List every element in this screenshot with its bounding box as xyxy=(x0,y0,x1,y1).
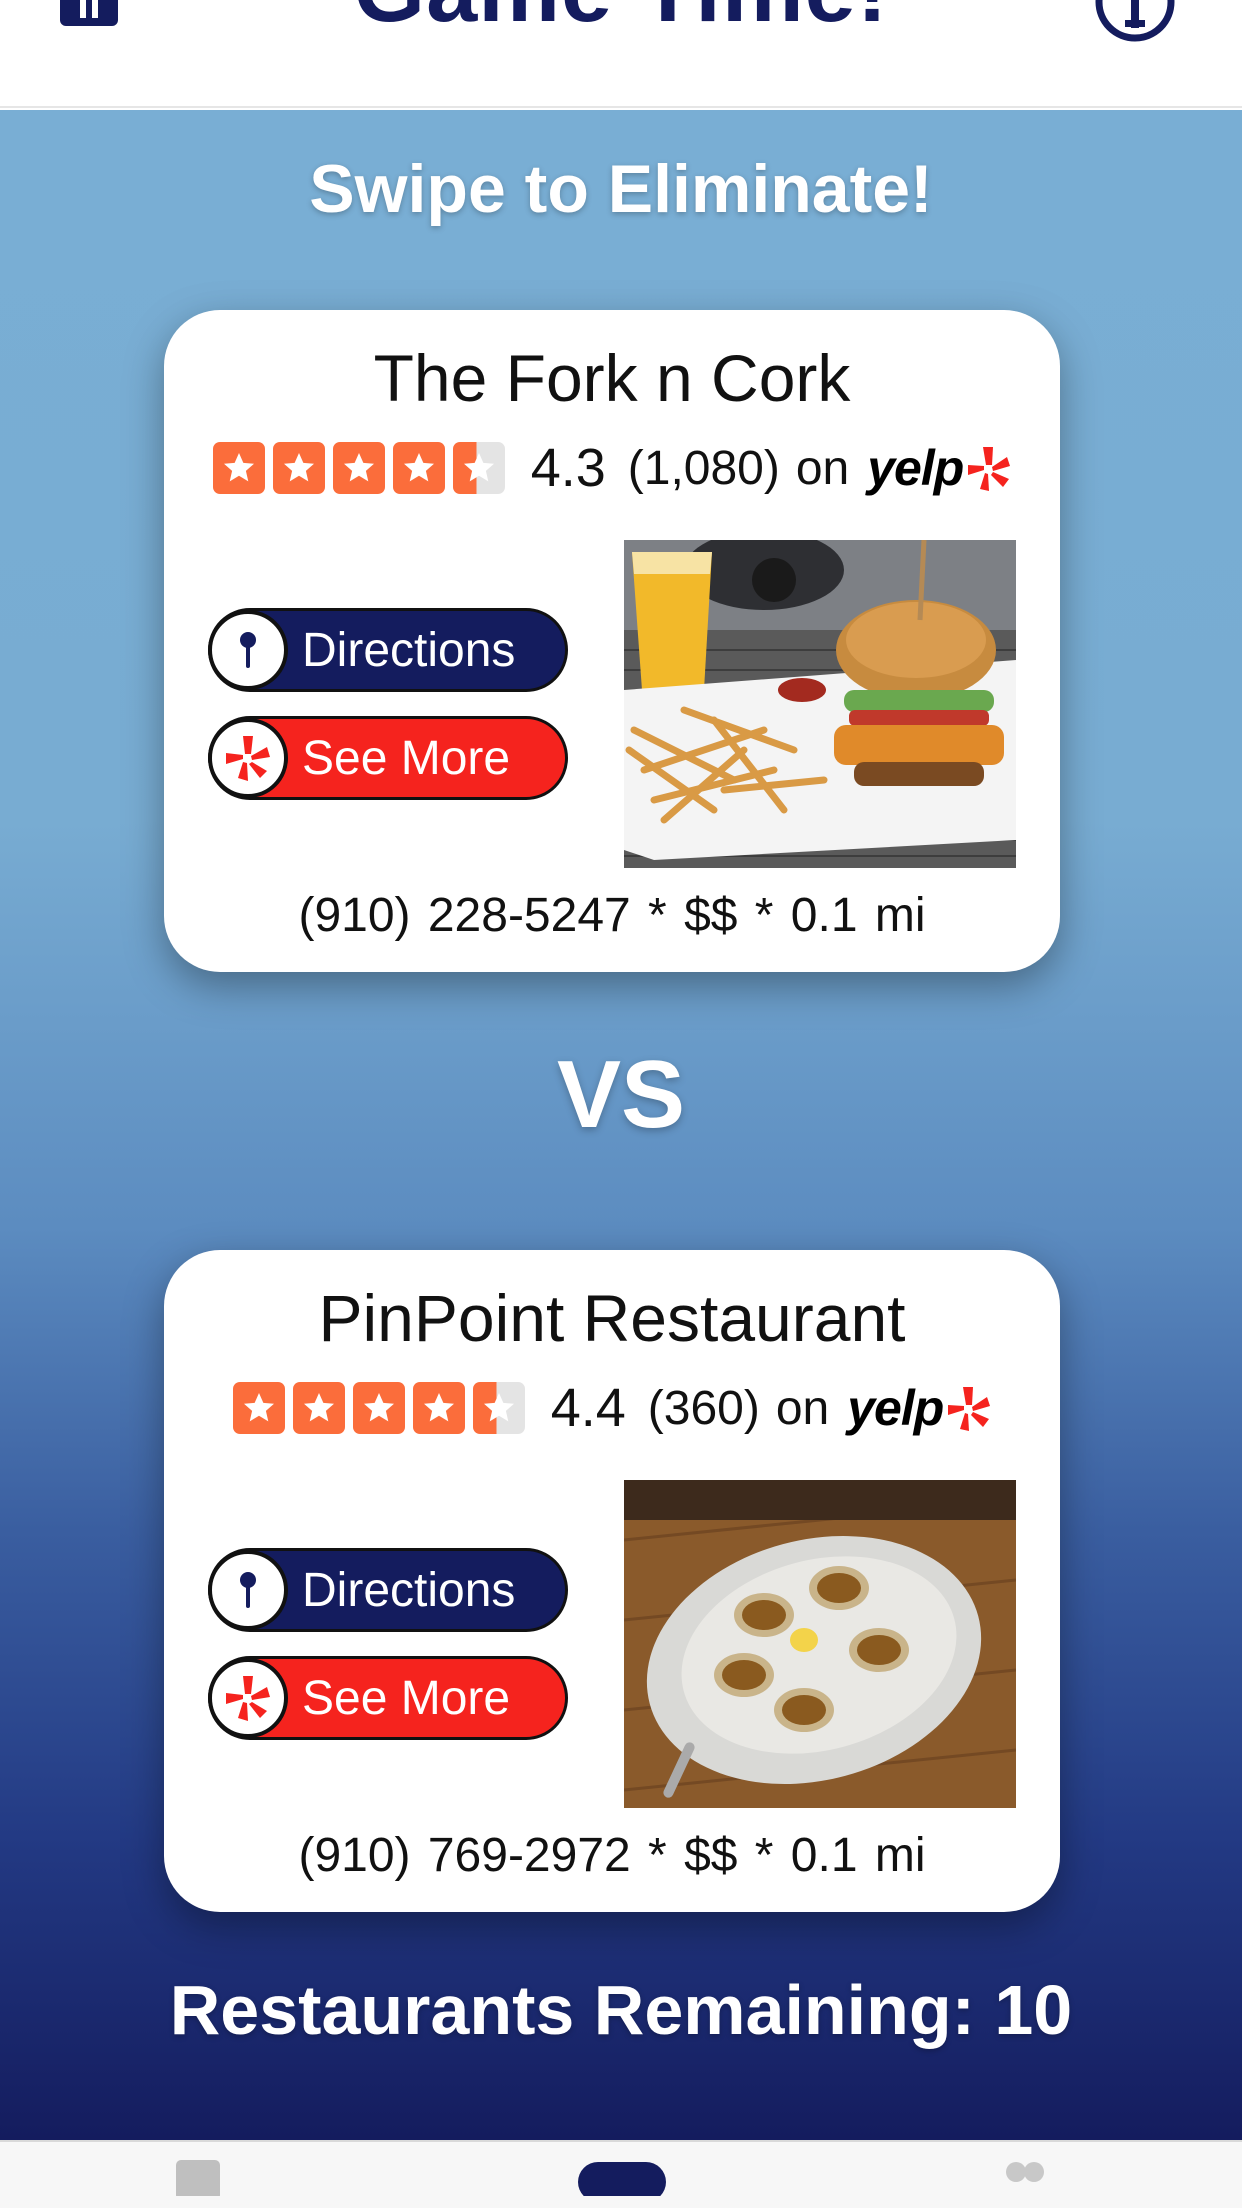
restaurant-info: (910) 769-2972 * $$ * 0.1 mi xyxy=(298,1829,926,1882)
see-more-label: See More xyxy=(302,731,511,785)
see-more-button[interactable]: See More xyxy=(208,716,568,800)
map-pin-icon xyxy=(208,1550,288,1630)
star-rating xyxy=(232,1382,525,1434)
game-icon[interactable] xyxy=(572,2156,672,2202)
rating-row: 4.4 (360) on yelp xyxy=(164,1378,1060,1438)
yelp-wordmark: yelp xyxy=(847,1380,944,1436)
info-icon[interactable] xyxy=(1093,0,1177,44)
on-text: on xyxy=(795,441,850,495)
star-icon xyxy=(352,1382,405,1434)
game-area: Swipe to Eliminate! The Fork n Cork 4.3 … xyxy=(0,110,1242,2140)
restaurant-name: PinPoint Restaurant xyxy=(318,1281,906,1355)
yelp-icon xyxy=(208,718,288,798)
half-star-icon xyxy=(452,442,505,494)
restaurant-card[interactable]: The Fork n Cork 4.3 (1,080) on yelp Dire… xyxy=(164,310,1060,972)
review-count: (360) xyxy=(647,1381,760,1435)
heart-icon[interactable] xyxy=(1000,2156,1050,2201)
on-text: on xyxy=(775,1381,830,1435)
yelp-logo: yelp xyxy=(847,1379,991,1437)
directions-label: Directions xyxy=(302,1563,516,1617)
star-rating xyxy=(212,442,505,494)
yelp-burst-icon xyxy=(948,1387,991,1431)
star-icon xyxy=(332,442,385,494)
instruction-text: Swipe to Eliminate! xyxy=(309,151,933,227)
header: Game Time! xyxy=(0,0,1242,108)
vs-label: VS xyxy=(556,1041,686,1148)
star-icon xyxy=(232,1382,285,1434)
review-count: (1,080) xyxy=(627,441,780,495)
burger-and-fries-photo xyxy=(624,540,1016,868)
yelp-icon xyxy=(208,1658,288,1738)
baked-oysters-photo xyxy=(624,1480,1016,1808)
see-more-button[interactable]: See More xyxy=(208,1656,568,1740)
restaurants-remaining: Restaurants Remaining: 10 xyxy=(169,1971,1073,2049)
yelp-burst-icon xyxy=(968,447,1011,491)
restaurant-name: The Fork n Cork xyxy=(373,341,851,415)
star-icon xyxy=(292,1382,345,1434)
yelp-logo: yelp xyxy=(867,439,1011,497)
map-pin-icon xyxy=(208,610,288,690)
directions-button[interactable]: Directions xyxy=(208,1548,568,1632)
page-title: Game Time! xyxy=(0,0,1242,43)
rating-value: 4.3 xyxy=(530,438,606,498)
star-icon xyxy=(272,442,325,494)
tab-bar xyxy=(0,2140,1242,2208)
star-icon xyxy=(412,1382,465,1434)
restaurant-card[interactable]: PinPoint Restaurant 4.4 (360) on yelp Di… xyxy=(164,1250,1060,1912)
cards-icon[interactable] xyxy=(170,2156,230,2201)
star-icon xyxy=(212,442,265,494)
rating-value: 4.4 xyxy=(550,1378,626,1438)
star-icon xyxy=(392,442,445,494)
see-more-label: See More xyxy=(302,1671,511,1725)
directions-button[interactable]: Directions xyxy=(208,608,568,692)
directions-label: Directions xyxy=(302,623,516,677)
half-star-icon xyxy=(472,1382,525,1434)
restaurant-info: (910) 228-5247 * $$ * 0.1 mi xyxy=(298,889,926,942)
rating-row: 4.3 (1,080) on yelp xyxy=(164,438,1060,498)
yelp-wordmark: yelp xyxy=(867,440,964,496)
